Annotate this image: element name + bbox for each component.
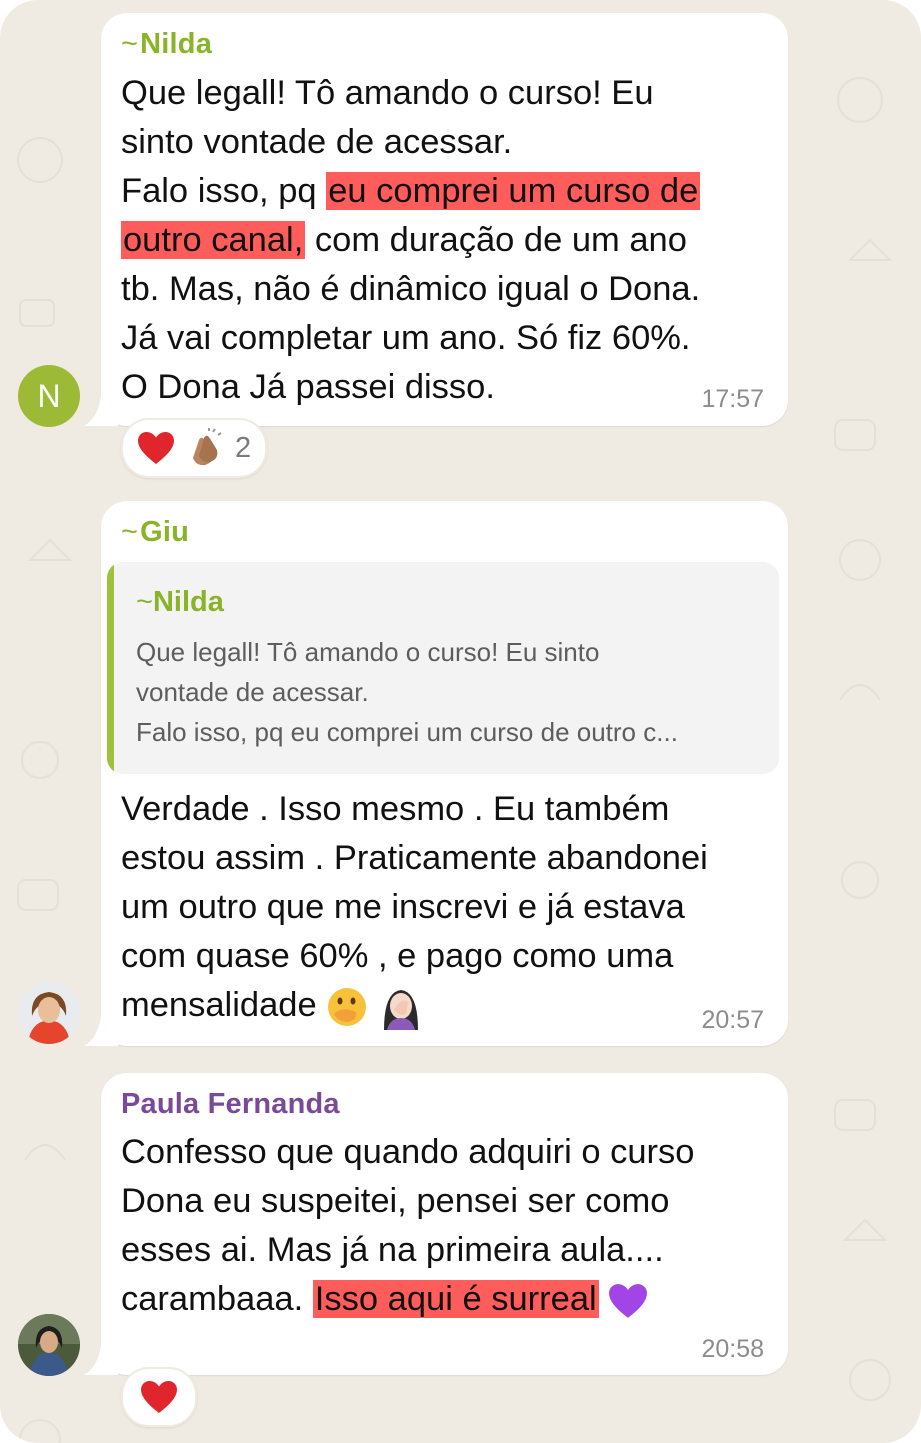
message-line: esses ai. Mas já na primeira aula.... [121,1231,664,1269]
hand-over-mouth-face-icon [328,987,367,1026]
message-bubble-giu[interactable]: ~Giu ~Nilda Que legall! Tô amando o curs… [84,501,788,1046]
message-line: Verdade . Isso mesmo . Eu também [121,790,670,828]
message-line: com quase 60% , e pago como uma [121,937,674,975]
bubble-tail [84,1345,118,1375]
sender-prefix: ~ [121,516,139,548]
red-heart-icon [141,1381,177,1413]
reaction-count: 2 [235,431,252,464]
sender-label: Nilda [140,28,213,60]
avatar-paula[interactable] [18,1314,80,1376]
sender-name[interactable]: ~Nilda [121,28,212,61]
quoted-line: Falo isso, pq eu comprei um curso de out… [136,717,678,747]
text-segment: Falo isso, pq [121,172,327,210]
quoted-sender-prefix: ~ [136,586,153,618]
message-line: Dona eu suspeitei, pensei ser como [121,1182,670,1220]
timestamp: 17:57 [701,385,764,413]
sender-name[interactable]: Paula Fernanda [121,1088,340,1121]
clapping-hands-icon [193,428,222,466]
timestamp: 20:58 [701,1335,764,1363]
highlighted-text: eu comprei um curso de [326,172,701,210]
quoted-sender-label: Nilda [152,586,224,618]
avatar-nilda[interactable]: N [18,365,80,427]
message-line: Falo isso, pq eu comprei um curso de [121,167,781,216]
bubble-tail [84,1016,118,1046]
red-heart-icon [138,432,174,464]
message-line: carambaaa. Isso aqui é surreal [121,1275,781,1324]
sender-label: Giu [140,516,190,548]
reactions-pill[interactable]: 2 [121,418,268,478]
message-line: Confesso que quando adquiri o curso [121,1133,695,1171]
message-bubble-paula[interactable]: Paula Fernanda Confesso que quando adqui… [84,1073,788,1375]
message-line: sinto vontade de acessar. [121,123,513,161]
message-line: estou assim . Praticamente abandonei [121,839,708,877]
message-text: Que legall! Tô amando o curso! Eu sinto … [121,69,781,412]
message-line: O Dona Já passei disso. [121,368,495,406]
text-segment: com duração de um ano [305,221,687,259]
highlighted-text: Isso aqui é surreal [312,1280,599,1318]
message-text: Verdade . Isso mesmo . Eu também estou a… [121,785,781,1030]
quoted-line: Que legall! Tô amando o curso! Eu sinto [136,637,600,667]
avatar-letter: N [37,377,61,414]
message-line: tb. Mas, não é dinâmico igual o Dona. [121,270,701,308]
avatar-giu[interactable] [18,982,80,1044]
text-segment: carambaaa. [121,1280,313,1318]
quoted-line: vontade de acessar. [136,677,369,707]
message-line: mensalidade [121,981,781,1030]
text-segment: mensalidade [121,986,327,1024]
quote-accent-bar [107,562,114,774]
message-text: Confesso que quando adquiri o curso Dona… [121,1128,781,1324]
message-line: outro canal, com duração de um ano [121,216,781,265]
sender-prefix: ~ [121,28,139,60]
message-line: Já vai completar um ano. Só fiz 60%. [121,319,691,357]
quoted-text: Que legall! Tô amando o curso! Eu sinto … [136,632,766,752]
quoted-sender: ~Nilda [136,586,224,619]
message-line: Que legall! Tô amando o curso! Eu [121,74,654,112]
purple-heart-icon [609,1284,648,1318]
reactions-pill[interactable] [121,1367,197,1427]
sender-name[interactable]: ~Giu [121,516,189,549]
highlighted-text: outro canal, [121,221,306,259]
quoted-message[interactable]: ~Nilda Que legall! Tô amando o curso! Eu… [107,562,779,774]
woman-facepalming-icon [383,989,418,1030]
bubble-tail [84,396,118,426]
message-line: um outro que me inscrevi e já estava [121,888,685,926]
timestamp: 20:57 [701,1006,764,1034]
chat-background: ~Nilda Que legall! Tô amando o curso! Eu… [0,0,921,1443]
message-bubble-nilda[interactable]: ~Nilda Que legall! Tô amando o curso! Eu… [84,13,788,426]
